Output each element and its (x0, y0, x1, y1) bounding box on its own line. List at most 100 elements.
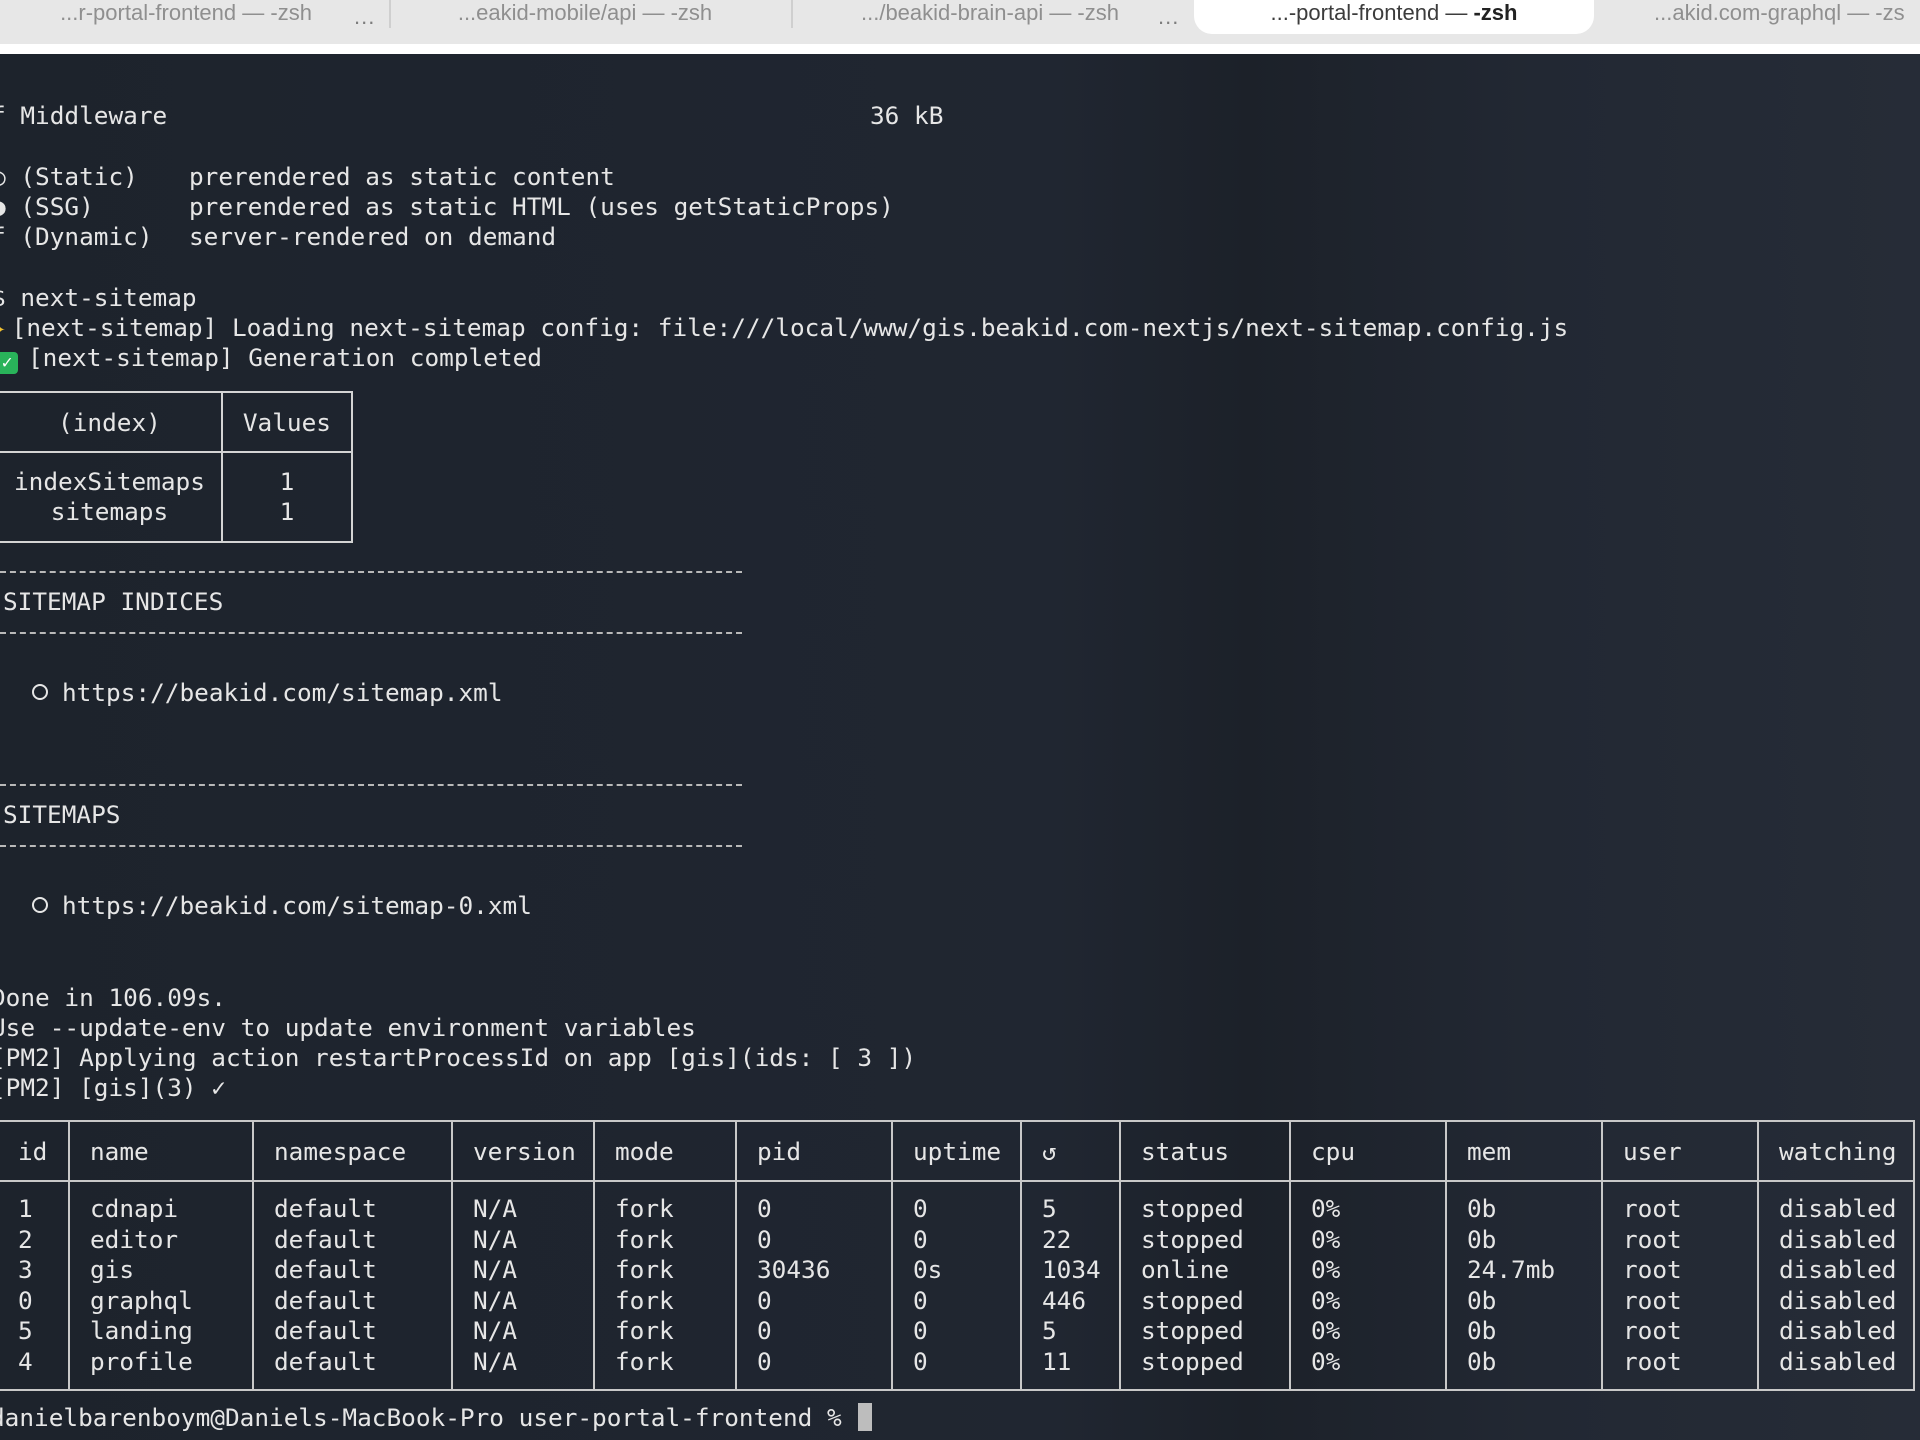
shell-prompt[interactable]: danielbarenboym@Daniels-MacBook-Pro user… (0, 1403, 873, 1433)
pm2-cell-watching: disabled (1757, 1255, 1915, 1286)
pm2-cell-version: N/A (451, 1316, 595, 1347)
legend-label: (Dynamic) (20, 222, 153, 251)
pm2-cell-uptime: 0 (891, 1181, 1022, 1225)
tab-label: .../beakid-brain-api — -zsh (861, 0, 1119, 25)
bullet-circle-icon (32, 897, 48, 913)
pm2-cell-status: stopped (1119, 1285, 1291, 1316)
pm2-header-pid: pid (735, 1120, 893, 1182)
pm2-cell-mode: fork (593, 1224, 737, 1255)
pm2-cell-name: gis (68, 1255, 254, 1286)
tab-label: ...-portal-frontend — (1270, 0, 1474, 25)
pm2-cell-mode: fork (593, 1346, 737, 1391)
pm2-cell-version: N/A (451, 1181, 595, 1225)
sitemap-url[interactable]: https://beakid.com/sitemap-0.xml (62, 891, 532, 920)
divider-rule (0, 845, 742, 847)
sitemap-indices-heading: SITEMAP INDICES (3, 587, 224, 616)
pm2-cell-id: 3 (0, 1255, 70, 1286)
done-line: Done in 106.09s. (0, 983, 226, 1012)
pm2-header-id: id (0, 1120, 70, 1182)
tab-portal-frontend-active[interactable]: ...-portal-frontend — -zsh (1194, 0, 1594, 34)
sitemap-index-url-row: https://beakid.com/sitemap.xml (32, 678, 503, 708)
tab-brain-api[interactable]: .../beakid-brain-api — -zsh (794, 0, 1186, 34)
pm2-cell-status: stopped (1119, 1316, 1291, 1347)
pm2-cell-restarts: 11 (1020, 1346, 1121, 1391)
pm2-cell-id: 1 (0, 1181, 70, 1225)
pm2-cell-cpu: 0% (1289, 1181, 1447, 1225)
update-env-line: Use --update-env to update environment v… (0, 1013, 696, 1042)
pm2-cell-user: root (1601, 1285, 1759, 1316)
tab-label-bold: -zsh (1473, 0, 1518, 25)
legend-marker: ● (0, 192, 6, 221)
legend-ssg-desc: prerendered as static HTML (uses getStat… (189, 192, 894, 221)
pm2-header-mem: mem (1445, 1120, 1603, 1182)
legend-static: ○ (Static) (0, 162, 138, 192)
tab-overflow-icon[interactable]: ... (354, 4, 375, 30)
pm2-cell-namespace: default (252, 1346, 453, 1391)
tab-r-portal-frontend[interactable]: ...r-portal-frontend — -zsh (0, 0, 372, 34)
pm2-header-watching: watching (1757, 1120, 1915, 1182)
pm2-header-row: id name namespace version mode pid uptim… (0, 1120, 1915, 1182)
pm2-cell-cpu: 0% (1289, 1255, 1447, 1286)
pm2-cell-id: 2 (0, 1224, 70, 1255)
summary-index: indexSitemaps (14, 467, 205, 496)
pm2-cell-uptime: 0 (891, 1285, 1022, 1316)
pm2-cell-restarts: 5 (1020, 1181, 1121, 1225)
summary-index-cell: indexSitemaps sitemaps (0, 451, 223, 543)
prompt-text: danielbarenboym@Daniels-MacBook-Pro user… (0, 1403, 857, 1432)
divider-rule (0, 632, 742, 634)
pm2-cell-version: N/A (451, 1224, 595, 1255)
tab-separator (791, 0, 793, 28)
legend-label: (SSG) (20, 192, 94, 221)
pm2-header-uptime: uptime (891, 1120, 1022, 1182)
tab-label: ...akid.com-graphql — -zs (1654, 0, 1905, 25)
pm2-cell-user: root (1601, 1346, 1759, 1391)
sitemaps-heading: SITEMAPS (3, 800, 121, 829)
route-name: Middleware (20, 101, 168, 130)
pm2-cell-cpu: 0% (1289, 1346, 1447, 1391)
table-row: 1 cdnapi default N/A fork 0 0 5 stopped 0% 0b root d… (0, 1181, 1915, 1225)
legend-dynamic-desc: server-rendered on demand (189, 222, 557, 251)
pm2-cell-user: root (1601, 1316, 1759, 1347)
pm2-ok-line: [PM2] [gis](3) ✓ (0, 1073, 226, 1102)
tab-overflow-icon[interactable]: ... (1158, 4, 1179, 30)
tab-mobile-api[interactable]: ...eakid-mobile/api — -zsh (392, 0, 778, 34)
pm2-cell-watching: disabled (1757, 1285, 1915, 1316)
pm2-cell-uptime: 0 (891, 1346, 1022, 1391)
pm2-cell-cpu: 0% (1289, 1316, 1447, 1347)
tab-label: ...eakid-mobile/api — -zsh (457, 0, 713, 25)
table-row: 4 profile default N/A fork 0 0 11 stopped 0% 0b roo… (0, 1346, 1915, 1391)
pm2-cell-mode: fork (593, 1316, 737, 1347)
pm2-cell-name: profile (68, 1346, 254, 1391)
pm2-cell-mode: fork (593, 1255, 737, 1286)
terminal-output[interactable]: ƒ Middleware 36 kB ○ (Static) prerendere… (0, 54, 1920, 1440)
table-row: 3 gis default N/A fork 30436 0s 1034 online 0% 24.… (0, 1255, 1915, 1286)
sitemap-index-url[interactable]: https://beakid.com/sitemap.xml (62, 678, 503, 707)
pm2-cell-watching: disabled (1757, 1346, 1915, 1391)
pm2-cell-version: N/A (451, 1255, 595, 1286)
pm2-cell-id: 5 (0, 1316, 70, 1347)
pm2-cell-status: stopped (1119, 1181, 1291, 1225)
tab-graphql[interactable]: ...akid.com-graphql — -zs (1610, 0, 1920, 34)
pm2-cell-user: root (1601, 1255, 1759, 1286)
pm2-cell-uptime: 0s (891, 1255, 1022, 1286)
pm2-cell-name: landing (68, 1316, 254, 1347)
pm2-cell-id: 0 (0, 1285, 70, 1316)
pm2-cell-mem: 0b (1445, 1316, 1603, 1347)
pm2-cell-cpu: 0% (1289, 1224, 1447, 1255)
pm2-process-table: id name namespace version mode pid uptim… (0, 1120, 1915, 1391)
legend-static-desc: prerendered as static content (189, 162, 615, 191)
legend-ssg: ● (SSG) (0, 192, 94, 222)
pm2-cell-uptime: 0 (891, 1316, 1022, 1347)
check-mark-icon: ✓ (0, 352, 18, 374)
sitemap-loading-line: ✦[next-sitemap] Loading next-sitemap con… (0, 313, 1568, 343)
sparkle-icon: ✦ (0, 313, 6, 342)
legend-marker: ƒ (0, 222, 6, 251)
tab-separator (389, 0, 391, 28)
tab-label: ...r-portal-frontend — -zsh (60, 0, 312, 25)
loading-text: [next-sitemap] Loading next-sitemap conf… (11, 313, 1569, 342)
pm2-cell-user: root (1601, 1224, 1759, 1255)
middleware-size: 36 kB (870, 101, 944, 130)
summary-value-cell: 11 (220, 451, 353, 543)
generation-text: [next-sitemap] Generation completed (28, 343, 542, 372)
pm2-cell-watching: disabled (1757, 1316, 1915, 1347)
